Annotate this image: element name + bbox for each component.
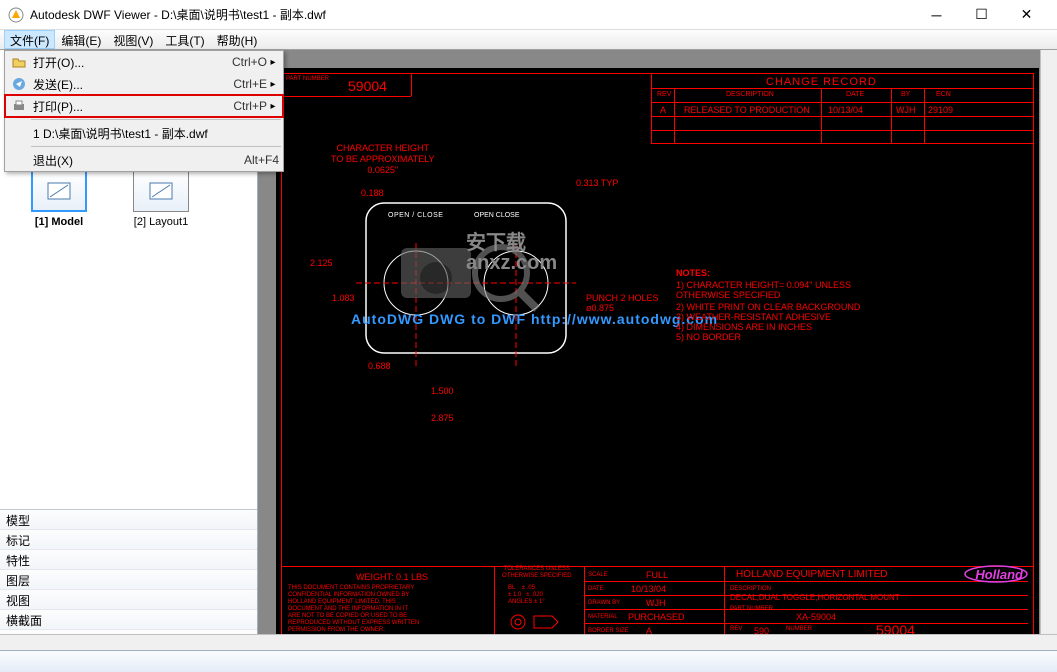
tab-model[interactable]: 模型 xyxy=(0,510,257,530)
menu-help[interactable]: 帮助(H) xyxy=(211,30,264,49)
sidebar-scrollbar[interactable] xyxy=(0,634,258,650)
tab-layers[interactable]: 图层 xyxy=(0,570,257,590)
close-button[interactable]: ✕ xyxy=(1004,0,1049,29)
menu-item-recent[interactable]: 1 D:\桌面\说明书\test1 - 副本.dwf xyxy=(5,122,283,144)
menu-item-send[interactable]: 发送(E)... Ctrl+E ▸ xyxy=(5,73,283,95)
app-icon xyxy=(8,7,24,23)
side-tabs: 模型 标记 特性 图层 视图 横截面 动画 xyxy=(0,509,257,650)
menu-file[interactable]: 文件(F) xyxy=(4,30,55,49)
menu-bar: 文件(F) 编辑(E) 视图(V) 工具(T) 帮助(H) xyxy=(0,30,1057,50)
open-icon xyxy=(9,54,29,70)
tab-markup[interactable]: 标记 xyxy=(0,530,257,550)
canvas-wrap: PART NUMBER 59004 CHANGE RECORD REV DESC… xyxy=(258,50,1057,650)
send-icon xyxy=(9,76,29,92)
menu-item-print[interactable]: 打印(P)... Ctrl+P ▸ xyxy=(5,95,283,117)
menu-edit[interactable]: 编辑(E) xyxy=(55,30,107,49)
thumbnail-model[interactable]: [1] Model xyxy=(22,170,96,228)
watermark-autodwg: AutoDWG DWG to DWF http://www.autodwg.co… xyxy=(351,311,718,327)
title-bar: Autodesk DWF Viewer - D:\桌面\说明书\test1 - … xyxy=(0,0,1057,30)
watermark-anxz: 安下载 anxz.com xyxy=(466,233,557,273)
minimize-button[interactable]: ─ xyxy=(914,0,959,29)
drawing-canvas[interactable]: PART NUMBER 59004 CHANGE RECORD REV DESC… xyxy=(276,68,1039,642)
tab-properties[interactable]: 特性 xyxy=(0,550,257,570)
tab-views[interactable]: 视图 xyxy=(0,590,257,610)
canvas-scrollbar-vertical[interactable] xyxy=(1040,50,1057,650)
menu-item-open[interactable]: 打开(O)... Ctrl+O ▸ xyxy=(5,51,283,73)
menu-item-exit[interactable]: 退出(X) Alt+F4 xyxy=(5,149,283,171)
file-menu-dropdown: 打开(O)... Ctrl+O ▸ 发送(E)... Ctrl+E ▸ 打印(P… xyxy=(4,50,284,172)
tab-cross-section[interactable]: 横截面 xyxy=(0,610,257,630)
maximize-button[interactable]: ☐ xyxy=(959,0,1004,29)
menu-view[interactable]: 视图(V) xyxy=(107,30,159,49)
thumbnail-layout1[interactable]: [2] Layout1 xyxy=(124,170,198,228)
print-icon xyxy=(9,98,29,114)
window-title: Autodesk DWF Viewer - D:\桌面\说明书\test1 - … xyxy=(30,6,914,23)
canvas-scrollbar-horizontal[interactable] xyxy=(258,634,1057,650)
status-bar xyxy=(0,650,1057,672)
menu-tools[interactable]: 工具(T) xyxy=(159,30,210,49)
